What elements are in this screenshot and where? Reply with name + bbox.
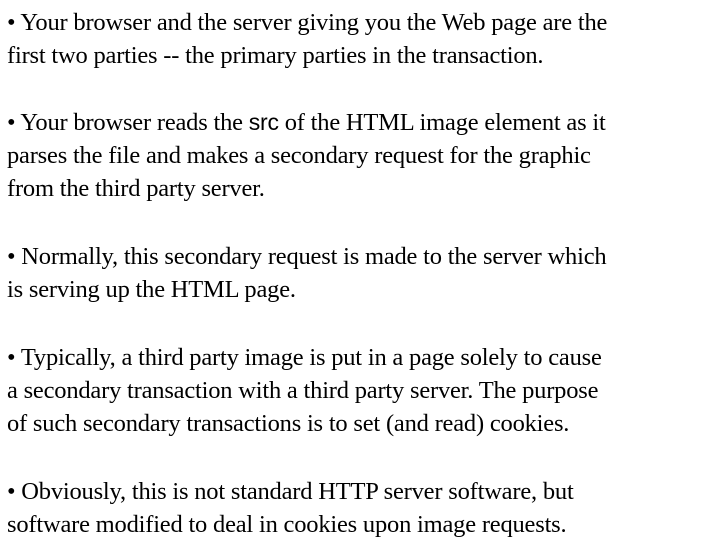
bullet-paragraph-secondary-request: • Your browser reads the src of the HTML… <box>7 106 719 205</box>
paragraph-line: software modified to deal in cookies upo… <box>7 511 567 538</box>
paragraph-line: • Your browser and the server giving you… <box>7 9 608 36</box>
paragraph-line: • Normally, this secondary request is ma… <box>7 243 607 270</box>
bullet-paragraph-modified-software: • Obviously, this is not standard HTTP s… <box>7 475 719 541</box>
paragraph-line: first two parties -- the primary parties… <box>7 42 544 69</box>
text-segment: of the HTML image element as it <box>278 109 606 136</box>
paragraph-line: • Obviously, this is not standard HTTP s… <box>7 478 574 505</box>
bullet-paragraph-normal-request: • Normally, this secondary request is ma… <box>7 240 719 306</box>
paragraph-line: parses the file and makes a secondary re… <box>7 142 591 169</box>
bullet-paragraph-primary-parties: • Your browser and the server giving you… <box>7 6 719 72</box>
paragraph-line: • Typically, a third party image is put … <box>7 344 602 371</box>
text-segment: • Your browser reads the <box>7 109 249 136</box>
code-term-src: src <box>248 109 279 135</box>
paragraph-line: from the third party server. <box>7 175 265 202</box>
bullet-paragraph-third-party-image: • Typically, a third party image is put … <box>7 341 719 440</box>
paragraph-line: of such secondary transactions is to set… <box>7 410 570 437</box>
paragraph-line: a secondary transaction with a third par… <box>7 377 599 404</box>
paragraph-line: • Your browser reads the src of the HTML… <box>7 106 719 139</box>
paragraph-line: is serving up the HTML page. <box>7 276 296 303</box>
